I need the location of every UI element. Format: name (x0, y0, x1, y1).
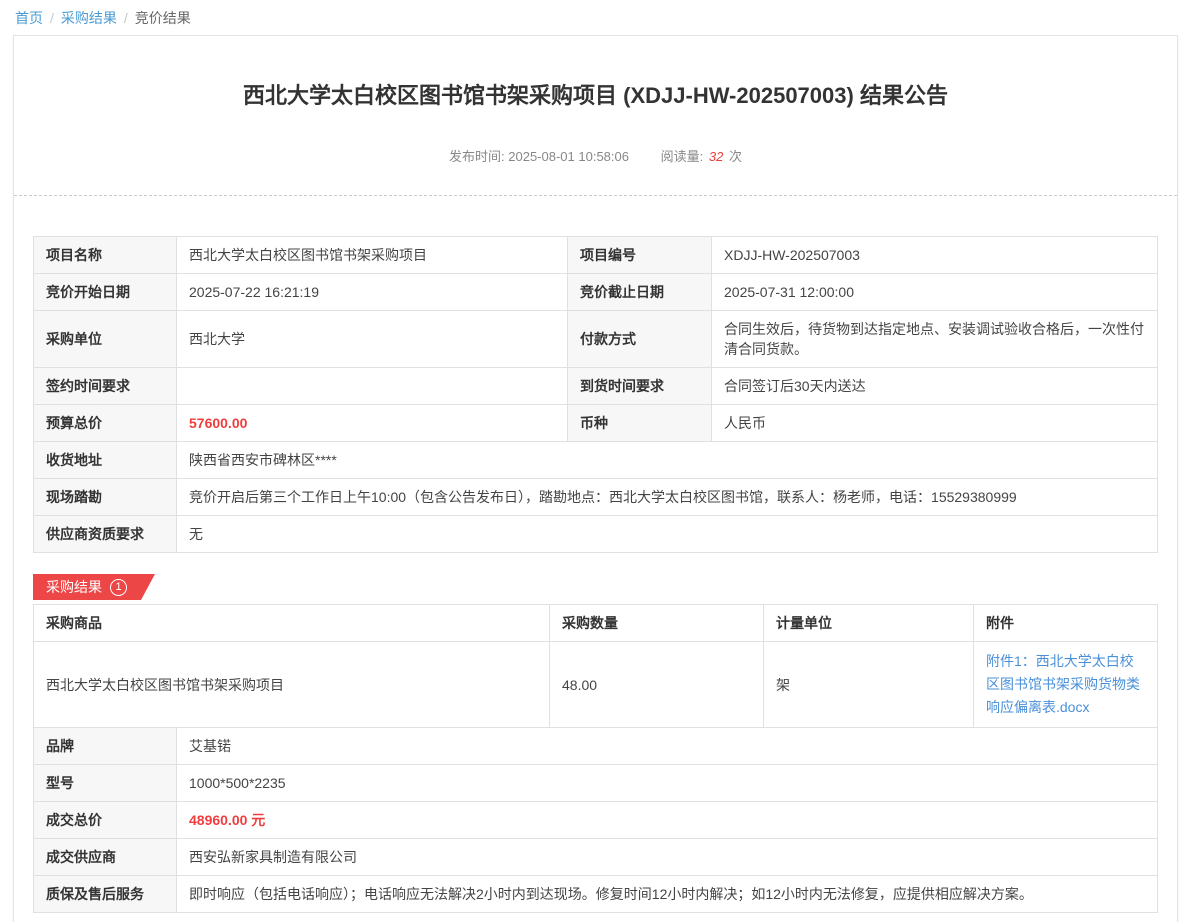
address-label: 收货地址 (34, 442, 177, 479)
site-visit-value: 竞价开启后第三个工作日上午10:00（包含公告发布日），踏勘地点：西北大学太白校… (177, 479, 1158, 516)
deal-price-unit: 元 (251, 812, 265, 828)
table-row: 西北大学太白校区图书馆书架采购项目 48.00 架 附件1：西北大学太白校区图书… (34, 642, 1158, 728)
views-label: 阅读量: (661, 149, 704, 164)
warranty-label: 质保及售后服务 (34, 876, 177, 913)
qualification-label: 供应商资质要求 (34, 516, 177, 553)
product-value: 西北大学太白校区图书馆书架采购项目 (34, 642, 550, 728)
col-header-unit: 计量单位 (764, 605, 974, 642)
attachment-link[interactable]: 附件1：西北大学太白校区图书馆书架采购货物类响应偏离表.docx (986, 650, 1145, 719)
deal-price-label: 成交总价 (34, 802, 177, 839)
bid-end-value: 2025-07-31 12:00:00 (712, 274, 1158, 311)
project-no-value: XDJJ-HW-202507003 (712, 237, 1158, 274)
table-row: 型号 1000*500*2235 (34, 765, 1158, 802)
col-header-quantity: 采购数量 (550, 605, 764, 642)
deal-price-value: 48960.00 元 (177, 802, 1158, 839)
table-row: 成交总价 48960.00 元 (34, 802, 1158, 839)
breadcrumb-home-link[interactable]: 首页 (15, 10, 43, 26)
dashed-divider (14, 195, 1177, 196)
publish-time-label: 发布时间: (449, 149, 505, 164)
project-name-value: 西北大学太白校区图书馆书架采购项目 (177, 237, 568, 274)
deal-price-amount: 48960.00 (189, 812, 247, 828)
page-title: 西北大学太白校区图书馆书架采购项目 (XDJJ-HW-202507003) 结果… (33, 78, 1158, 110)
bid-start-value: 2025-07-22 16:21:19 (177, 274, 568, 311)
breadcrumb: 首页 / 采购结果 / 竞价结果 (0, 0, 1192, 35)
breadcrumb-current: 竞价结果 (135, 10, 191, 26)
ribbon-count-badge: 1 (110, 579, 127, 596)
budget-value: 57600.00 (177, 405, 568, 442)
table-row: 品牌 艾基锘 (34, 728, 1158, 765)
breadcrumb-separator: / (124, 10, 128, 26)
sign-time-label: 签约时间要求 (34, 368, 177, 405)
currency-value: 人民币 (712, 405, 1158, 442)
model-label: 型号 (34, 765, 177, 802)
unit-value: 架 (764, 642, 974, 728)
publish-meta: 发布时间: 2025-08-01 10:58:06 阅读量: 32 次 (33, 146, 1158, 165)
address-value: 陕西省西安市碑林区**** (177, 442, 1158, 479)
supplier-value: 西安弘新家具制造有限公司 (177, 839, 1158, 876)
ribbon-label: 采购结果 (46, 577, 102, 597)
views-count: 32 (709, 149, 723, 164)
site-visit-label: 现场踏勘 (34, 479, 177, 516)
col-header-attachment: 附件 (974, 605, 1158, 642)
purchaser-value: 西北大学 (177, 311, 568, 368)
table-row: 收货地址 陕西省西安市碑林区**** (34, 442, 1158, 479)
table-header-row: 采购商品 采购数量 计量单位 附件 (34, 605, 1158, 642)
currency-label: 币种 (568, 405, 712, 442)
warranty-value: 即时响应（包括电话响应）；电话响应无法解决2小时内到达现场。修复时间12小时内解… (177, 876, 1158, 913)
table-row: 现场踏勘 竞价开启后第三个工作日上午10:00（包含公告发布日），踏勘地点：西北… (34, 479, 1158, 516)
table-row: 预算总价 57600.00 币种 人民币 (34, 405, 1158, 442)
col-header-product: 采购商品 (34, 605, 550, 642)
views-group: 阅读量: 32 次 (661, 149, 742, 164)
table-row: 项目名称 西北大学太白校区图书馆书架采购项目 项目编号 XDJJ-HW-2025… (34, 237, 1158, 274)
brand-label: 品牌 (34, 728, 177, 765)
purchase-result-table: 采购商品 采购数量 计量单位 附件 西北大学太白校区图书馆书架采购项目 48.0… (33, 604, 1158, 728)
publish-time-value: 2025-08-01 10:58:06 (508, 149, 629, 164)
project-info-table: 项目名称 西北大学太白校区图书馆书架采购项目 项目编号 XDJJ-HW-2025… (33, 236, 1158, 553)
purchaser-label: 采购单位 (34, 311, 177, 368)
supplier-label: 成交供应商 (34, 839, 177, 876)
budget-label: 预算总价 (34, 405, 177, 442)
table-row: 竞价开始日期 2025-07-22 16:21:19 竞价截止日期 2025-0… (34, 274, 1158, 311)
publish-time-group: 发布时间: 2025-08-01 10:58:06 (449, 149, 633, 164)
breadcrumb-separator: / (50, 10, 54, 26)
table-row: 签约时间要求 到货时间要求 合同签订后30天内送达 (34, 368, 1158, 405)
sign-time-value (177, 368, 568, 405)
project-name-label: 项目名称 (34, 237, 177, 274)
model-value: 1000*500*2235 (177, 765, 1158, 802)
table-row: 采购单位 西北大学 付款方式 合同生效后，待货物到达指定地点、安装调试验收合格后… (34, 311, 1158, 368)
announcement-card: 西北大学太白校区图书馆书架采购项目 (XDJJ-HW-202507003) 结果… (13, 35, 1178, 922)
breadcrumb-results-link[interactable]: 采购结果 (61, 10, 117, 26)
bid-start-label: 竞价开始日期 (34, 274, 177, 311)
payment-label: 付款方式 (568, 311, 712, 368)
quantity-value: 48.00 (550, 642, 764, 728)
qualification-value: 无 (177, 516, 1158, 553)
purchase-result-ribbon: 采购结果 1 (33, 574, 155, 600)
project-no-label: 项目编号 (568, 237, 712, 274)
table-row: 质保及售后服务 即时响应（包括电话响应）；电话响应无法解决2小时内到达现场。修复… (34, 876, 1158, 913)
table-row: 成交供应商 西安弘新家具制造有限公司 (34, 839, 1158, 876)
payment-value: 合同生效后，待货物到达指定地点、安装调试验收合格后，一次性付清合同货款。 (712, 311, 1158, 368)
views-unit: 次 (729, 149, 742, 164)
delivery-time-label: 到货时间要求 (568, 368, 712, 405)
table-row: 供应商资质要求 无 (34, 516, 1158, 553)
deal-detail-table: 品牌 艾基锘 型号 1000*500*2235 成交总价 48960.00 元 … (33, 727, 1158, 913)
delivery-time-value: 合同签订后30天内送达 (712, 368, 1158, 405)
bid-end-label: 竞价截止日期 (568, 274, 712, 311)
attachment-cell: 附件1：西北大学太白校区图书馆书架采购货物类响应偏离表.docx (974, 642, 1158, 728)
brand-value: 艾基锘 (177, 728, 1158, 765)
